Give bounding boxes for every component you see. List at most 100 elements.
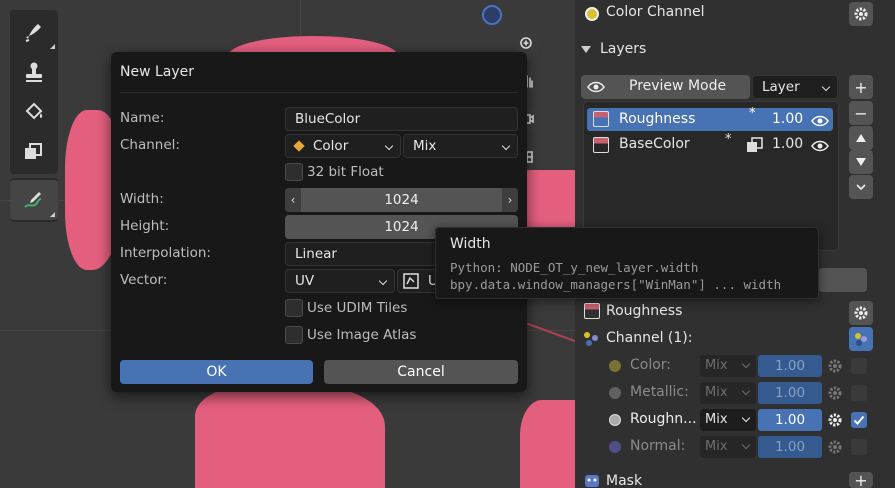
roughness-channel-dot-icon bbox=[609, 414, 621, 426]
move-layer-down-button[interactable] bbox=[849, 150, 873, 174]
layers-header[interactable]: Layers bbox=[600, 41, 646, 57]
x-axis-line bbox=[519, 320, 575, 353]
mask-icon bbox=[585, 475, 599, 487]
32bit-float-label: 32 bit Float bbox=[307, 164, 384, 180]
color-channel-icon bbox=[585, 7, 599, 21]
layer-opacity[interactable]: 1.00 bbox=[772, 111, 803, 127]
gear-icon[interactable] bbox=[827, 412, 843, 428]
dialog-title: New Layer bbox=[120, 64, 195, 80]
channel-header: Channel (1): bbox=[606, 330, 693, 346]
mesh-object[interactable] bbox=[520, 400, 575, 488]
increment-arrow-icon[interactable]: › bbox=[502, 188, 518, 212]
eye-icon[interactable] bbox=[811, 139, 829, 153]
channel-label: Color: bbox=[630, 357, 672, 373]
gear-icon[interactable] bbox=[827, 358, 843, 374]
layer-name[interactable]: BaseColor bbox=[619, 136, 690, 152]
channel-blend-dropdown[interactable]: Mix bbox=[700, 409, 756, 431]
channel-blend-dropdown[interactable]: Mix bbox=[700, 382, 756, 404]
color-channel-dot-icon bbox=[609, 360, 621, 372]
name-input[interactable]: BlueColor bbox=[285, 107, 518, 131]
channel-label: Channel: bbox=[120, 137, 180, 153]
ok-button[interactable]: OK bbox=[120, 360, 313, 384]
image-layer-icon bbox=[584, 303, 600, 319]
channel-blend-dropdown[interactable]: Mix bbox=[700, 436, 756, 458]
tooltip-title: Width bbox=[450, 236, 491, 252]
gear-icon[interactable] bbox=[827, 385, 843, 401]
cancel-button[interactable]: Cancel bbox=[324, 360, 518, 384]
annotate-pen-icon bbox=[24, 192, 42, 208]
channel-checkbox[interactable] bbox=[851, 385, 867, 401]
normal-channel-dot-icon bbox=[609, 441, 621, 453]
tooltip-data-path: bpy.data.window_managers["WinMan"] ... w… bbox=[450, 277, 782, 292]
add-mask-button[interactable]: + bbox=[849, 470, 873, 488]
tool-corner-icon bbox=[50, 44, 55, 49]
remove-layer-button[interactable]: − bbox=[849, 101, 873, 125]
channel-value[interactable]: 1.00 bbox=[758, 436, 822, 458]
channel-value[interactable]: 1.00 bbox=[758, 355, 822, 377]
plus-icon: + bbox=[854, 470, 868, 488]
plus-icon: + bbox=[854, 77, 868, 97]
image-atlas-label: Use Image Atlas bbox=[307, 327, 417, 343]
vector-label: Vector: bbox=[120, 272, 168, 288]
mesh-object[interactable] bbox=[195, 385, 385, 488]
hidden-field[interactable] bbox=[818, 268, 867, 292]
channel-value: Color bbox=[313, 138, 349, 154]
move-layer-up-button[interactable] bbox=[849, 126, 873, 150]
tool-corner-icon bbox=[50, 212, 55, 217]
color-channel-settings-button[interactable] bbox=[849, 2, 873, 26]
blend-mode-dropdown[interactable]: Mix bbox=[403, 134, 518, 158]
image-atlas-checkbox[interactable] bbox=[285, 326, 303, 344]
image-layer-icon bbox=[593, 137, 609, 153]
channel-dropdown[interactable]: Color bbox=[285, 134, 401, 158]
channel-value[interactable]: 1.00 bbox=[758, 382, 822, 404]
tooltip-python-path: Python: NODE_OT_y_new_layer.width bbox=[450, 260, 699, 275]
gear-icon bbox=[854, 7, 868, 21]
gizmo-z-axis[interactable] bbox=[482, 5, 502, 25]
channel-label: Metallic: bbox=[630, 384, 689, 400]
color-channel-label: Color Channel bbox=[606, 4, 705, 20]
tool-group bbox=[10, 178, 58, 222]
diamond-icon bbox=[293, 140, 305, 152]
channel-color-toggle[interactable] bbox=[849, 327, 873, 351]
layer-mode-dropdown[interactable]: Layer bbox=[752, 75, 838, 99]
triangle-down-icon bbox=[856, 158, 866, 166]
layers-collapse-icon[interactable] bbox=[581, 46, 591, 53]
clone-tool[interactable] bbox=[10, 132, 58, 172]
fill-tool[interactable] bbox=[10, 92, 58, 132]
annotate-tool[interactable] bbox=[10, 180, 58, 220]
layer-opacity[interactable]: 1.00 bbox=[772, 136, 803, 152]
udim-label: Use UDIM Tiles bbox=[307, 300, 408, 316]
asterisk-icon: * bbox=[725, 132, 732, 147]
new-layer-dialog: New Layer Name: BlueColor Channel: Color… bbox=[111, 52, 527, 392]
layer-specials-button[interactable] bbox=[849, 175, 873, 199]
channel-checkbox[interactable] bbox=[851, 439, 867, 455]
channels-icon bbox=[584, 332, 598, 346]
channel-value[interactable]: 1.00 bbox=[758, 409, 822, 431]
channel-checkbox[interactable] bbox=[851, 412, 867, 428]
vector-dropdown[interactable]: UV bbox=[285, 269, 395, 293]
uv-map-icon bbox=[403, 273, 419, 289]
mask-label: Mask bbox=[606, 473, 643, 488]
preview-mode-label: Preview Mode bbox=[629, 78, 727, 94]
image-layer-icon bbox=[593, 111, 609, 127]
decrement-arrow-icon[interactable]: ‹ bbox=[285, 188, 301, 212]
32bit-float-checkbox[interactable] bbox=[285, 163, 303, 181]
channel-checkbox[interactable] bbox=[851, 358, 867, 374]
layer-settings-button[interactable] bbox=[849, 301, 873, 325]
gear-icon[interactable] bbox=[827, 439, 843, 455]
channel-label: Normal: bbox=[630, 438, 686, 454]
add-layer-button[interactable]: + bbox=[849, 75, 873, 99]
channel-blend-dropdown[interactable]: Mix bbox=[700, 355, 756, 377]
dialog-divider bbox=[120, 92, 518, 93]
metallic-channel-dot-icon bbox=[609, 387, 621, 399]
preview-mode-toggle[interactable]: Preview Mode bbox=[581, 75, 750, 99]
brush-icon bbox=[25, 24, 41, 42]
width-number-field[interactable]: ‹ 1024 › bbox=[285, 188, 518, 212]
eye-icon bbox=[587, 81, 605, 93]
layer-name[interactable]: Roughness bbox=[619, 111, 695, 127]
asterisk-icon: * bbox=[749, 106, 756, 121]
eye-icon[interactable] bbox=[811, 114, 829, 128]
stamp-tool[interactable] bbox=[10, 52, 58, 92]
draw-brush-tool[interactable] bbox=[10, 12, 58, 52]
udim-checkbox[interactable] bbox=[285, 299, 303, 317]
